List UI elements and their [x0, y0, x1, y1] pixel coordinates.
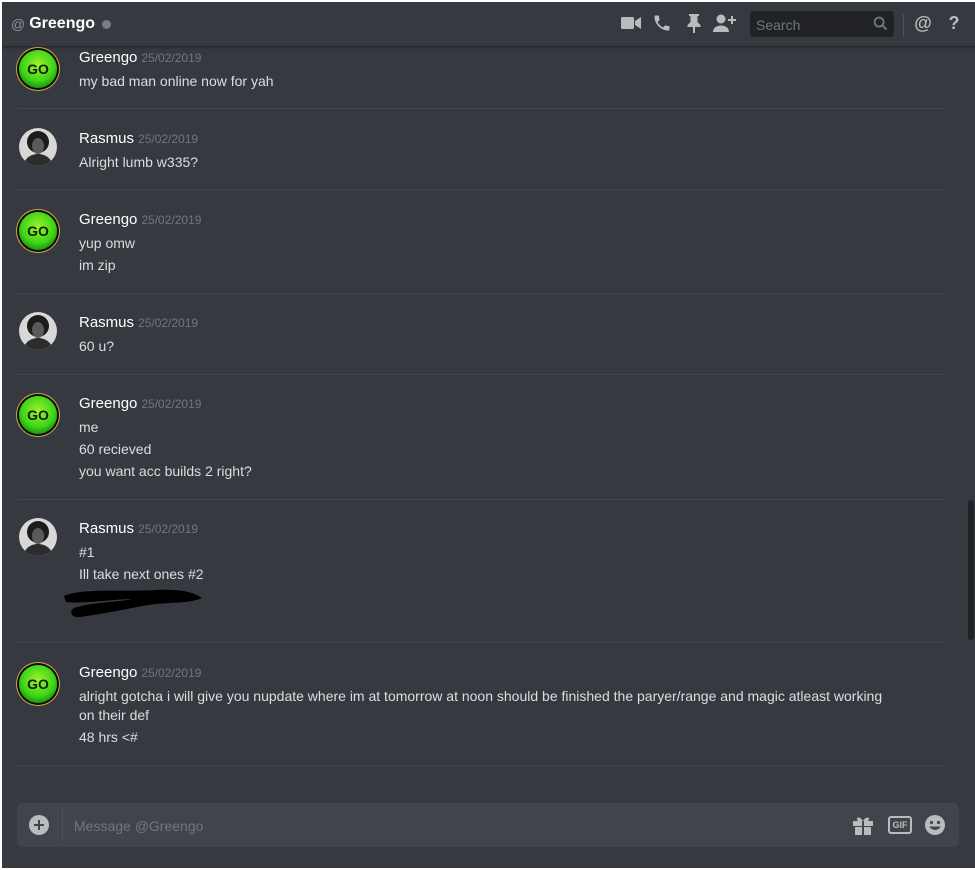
- avatar-go-icon[interactable]: GO: [19, 212, 57, 250]
- author-name[interactable]: Rasmus: [79, 130, 134, 147]
- upload-plus-icon[interactable]: [29, 815, 49, 835]
- timestamp: 25/02/2019: [138, 132, 199, 146]
- timestamp: 25/02/2019: [141, 213, 202, 227]
- message-text: 60 u?: [79, 338, 115, 354]
- message-text: Alright lumb w335?: [79, 154, 199, 170]
- help-icon[interactable]: ?: [942, 12, 966, 34]
- scrollbar-track[interactable]: [967, 47, 975, 802]
- message-text: you want acc builds 2 right?: [79, 463, 252, 479]
- author-name[interactable]: Greengo: [79, 395, 137, 412]
- message-text: my bad man online now for yah: [79, 73, 274, 89]
- username[interactable]: Rasmus 25/02/2019: [79, 520, 198, 537]
- timestamp: 25/02/2019: [141, 666, 202, 680]
- author-name[interactable]: Rasmus: [79, 314, 134, 331]
- message-text: Ill take next ones #2: [79, 566, 204, 582]
- search-input[interactable]: [750, 11, 868, 39]
- avatar-portrait[interactable]: [19, 312, 57, 350]
- message-composer: GIF: [17, 803, 959, 849]
- emoji-icon[interactable]: [924, 814, 946, 841]
- message-divider: [17, 293, 945, 294]
- mentions-icon[interactable]: @: [911, 12, 935, 34]
- message-text: on their def: [79, 707, 150, 723]
- message-text: 48 hrs <#: [79, 729, 138, 745]
- message-input[interactable]: [72, 803, 836, 849]
- message-text: im zip: [79, 257, 116, 273]
- avatar-text: GO: [27, 407, 49, 423]
- channel-header: @ Greengo @ ?: [2, 2, 975, 47]
- gift-icon[interactable]: [852, 815, 874, 840]
- header-divider: [903, 14, 904, 36]
- search-icon: [873, 16, 888, 36]
- author-name[interactable]: Greengo: [79, 49, 137, 66]
- at-icon: @: [11, 16, 26, 32]
- dm-title: Greengo: [29, 15, 96, 32]
- username[interactable]: Rasmus 25/02/2019: [79, 314, 198, 331]
- search-box[interactable]: [750, 11, 894, 39]
- avatar-portrait[interactable]: [19, 518, 57, 556]
- message-divider: [17, 499, 945, 500]
- avatar-go-icon[interactable]: GO: [19, 50, 57, 88]
- avatar-go-icon[interactable]: GO: [19, 396, 57, 434]
- message-text: me: [79, 419, 99, 435]
- username[interactable]: Greengo 25/02/2019: [79, 49, 201, 66]
- pin-icon[interactable]: [682, 12, 706, 34]
- message-divider: [17, 642, 945, 643]
- add-friend-icon[interactable]: [713, 12, 737, 34]
- video-call-icon[interactable]: [619, 12, 643, 34]
- username[interactable]: Greengo 25/02/2019: [79, 395, 201, 412]
- avatar-go-icon[interactable]: GO: [19, 665, 57, 703]
- message-divider: [17, 189, 945, 190]
- voice-call-icon[interactable]: [650, 12, 674, 34]
- message-text: alright gotcha i will give you nupdate w…: [79, 688, 883, 704]
- timestamp: 25/02/2019: [141, 51, 202, 65]
- redaction-scribble: [64, 589, 202, 618]
- message-text: 60 recieved: [79, 441, 152, 457]
- avatar-text: GO: [27, 61, 49, 77]
- username[interactable]: Rasmus 25/02/2019: [79, 130, 198, 147]
- timestamp: 25/02/2019: [138, 522, 199, 536]
- message-text: yup omw: [79, 235, 136, 251]
- message-list: GO Greengo 25/02/2019 my bad man online n…: [2, 47, 960, 797]
- message-divider: [17, 374, 945, 375]
- avatar-text: GO: [27, 223, 49, 239]
- timestamp: 25/02/2019: [141, 397, 202, 411]
- message-divider: [17, 765, 945, 766]
- timestamp: 25/02/2019: [138, 316, 199, 330]
- author-name[interactable]: Greengo: [79, 664, 137, 681]
- message-divider: [17, 108, 945, 109]
- composer-divider: [62, 809, 63, 841]
- author-name[interactable]: Greengo: [79, 211, 137, 228]
- author-name[interactable]: Rasmus: [79, 520, 134, 537]
- gif-button[interactable]: GIF: [888, 816, 912, 834]
- avatar-portrait[interactable]: [19, 128, 57, 166]
- username[interactable]: Greengo 25/02/2019: [79, 211, 201, 228]
- chat-window: @ Greengo @ ? GO Greengo 25/02/2019: [2, 2, 975, 868]
- scrollbar-thumb[interactable]: [968, 500, 974, 640]
- status-dot-icon: [102, 19, 112, 29]
- message-text: #1: [79, 544, 95, 560]
- avatar-text: GO: [27, 676, 49, 692]
- username[interactable]: Greengo 25/02/2019: [79, 664, 201, 681]
